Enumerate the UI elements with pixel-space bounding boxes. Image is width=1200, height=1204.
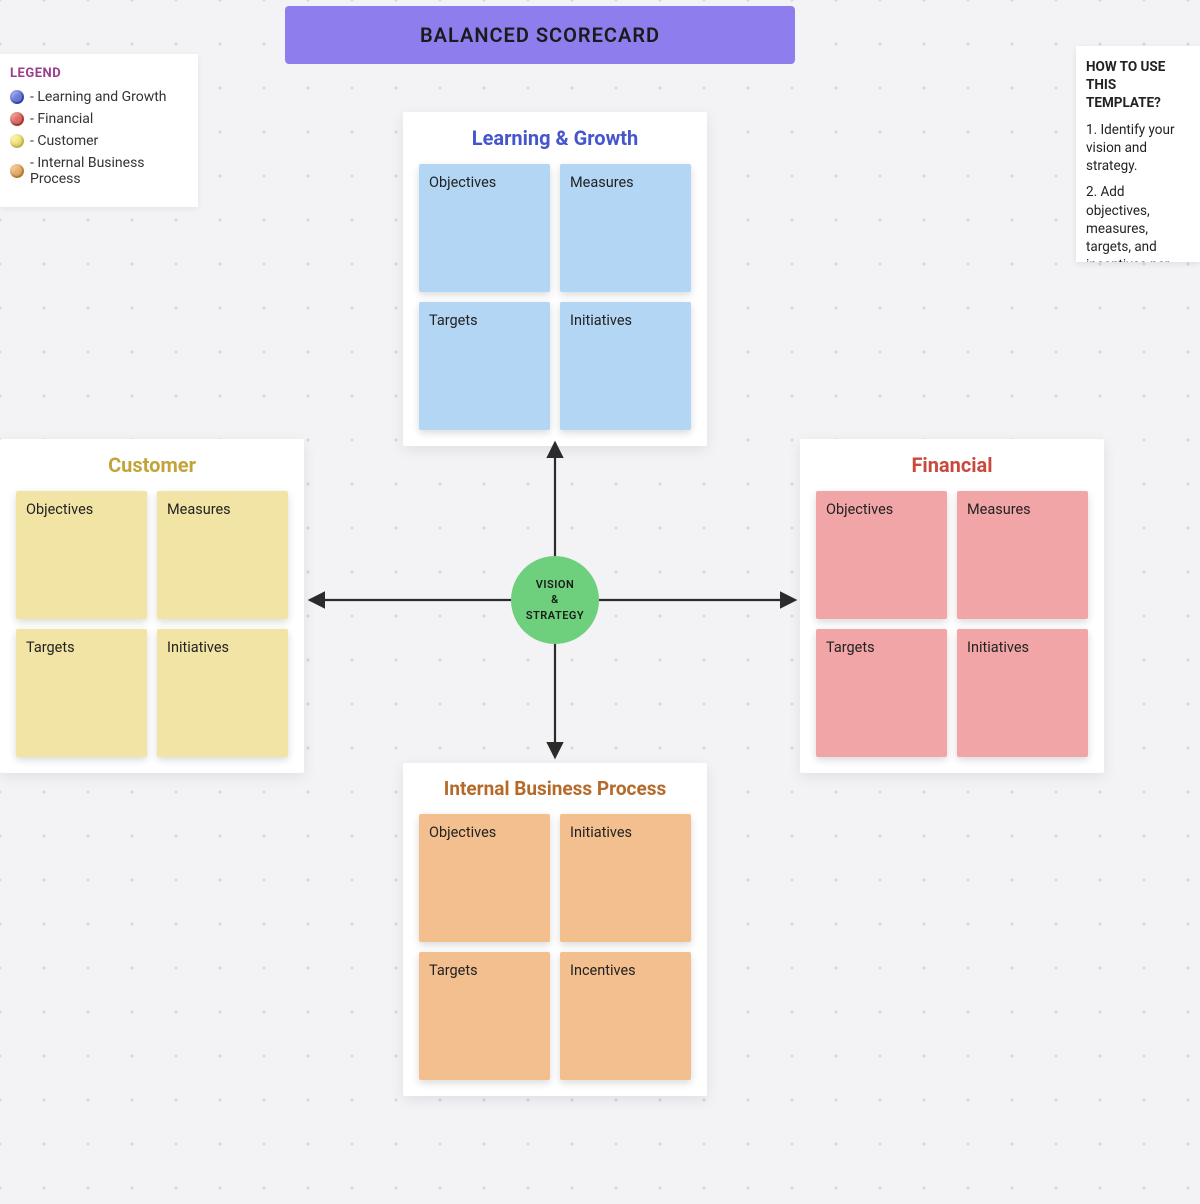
panel-financial[interactable]: Financial Objectives Measures Targets In… [800,439,1104,773]
panel-title: Internal Business Process [403,763,707,806]
title-text: BALANCED SCORECARD [420,23,660,47]
legend-box[interactable]: LEGEND - Learning and Growth - Financial… [0,54,198,207]
legend-dot-customer [10,134,24,148]
card-initiatives[interactable]: Initiatives [560,302,691,430]
legend-label: - Financial [30,111,93,127]
panel-title: Financial [800,439,1104,483]
card-targets[interactable]: Targets [419,952,550,1080]
legend-label: - Internal Business Process [30,155,188,187]
legend-label: - Learning and Growth [30,89,167,105]
legend-dot-learning [10,90,24,104]
card-objectives[interactable]: Objectives [419,164,550,292]
card-measures[interactable]: Measures [560,164,691,292]
legend-label: - Customer [30,133,98,149]
card-targets[interactable]: Targets [816,629,947,757]
card-targets[interactable]: Targets [16,629,147,757]
legend-dot-financial [10,112,24,126]
card-objectives[interactable]: Objectives [16,491,147,619]
panel-internal-business-process[interactable]: Internal Business Process Objectives Ini… [403,763,707,1096]
card-initiatives[interactable]: Initiatives [560,814,691,942]
legend-item: - Learning and Growth [10,89,188,105]
panel-title: Learning & Growth [403,112,707,156]
title-banner[interactable]: BALANCED SCORECARD [285,6,795,64]
howto-title: HOW TO USE THIS TEMPLATE? [1086,58,1190,113]
legend-title: LEGEND [10,66,188,81]
panel-customer[interactable]: Customer Objectives Measures Targets Ini… [0,439,304,773]
card-objectives[interactable]: Objectives [419,814,550,942]
legend-item: - Customer [10,133,188,149]
panel-learning-growth[interactable]: Learning & Growth Objectives Measures Ta… [403,112,707,446]
howto-step: 1. Identify your vision and strategy. [1086,121,1190,176]
card-initiatives[interactable]: Initiatives [157,629,288,757]
vision-strategy-node[interactable]: VISION & STRATEGY [511,556,599,644]
legend-item: - Financial [10,111,188,127]
panel-title: Customer [0,439,304,483]
card-initiatives[interactable]: Initiatives [957,629,1088,757]
card-incentives[interactable]: Incentives [560,952,691,1080]
howto-step: 2. Add objectives, measures, targets, an… [1086,183,1190,262]
howto-box[interactable]: HOW TO USE THIS TEMPLATE? 1. Identify yo… [1076,46,1200,262]
card-measures[interactable]: Measures [957,491,1088,619]
vision-strategy-label: VISION & STRATEGY [526,577,584,623]
legend-item: - Internal Business Process [10,155,188,187]
card-measures[interactable]: Measures [157,491,288,619]
legend-dot-internal [10,164,24,178]
card-objectives[interactable]: Objectives [816,491,947,619]
card-targets[interactable]: Targets [419,302,550,430]
